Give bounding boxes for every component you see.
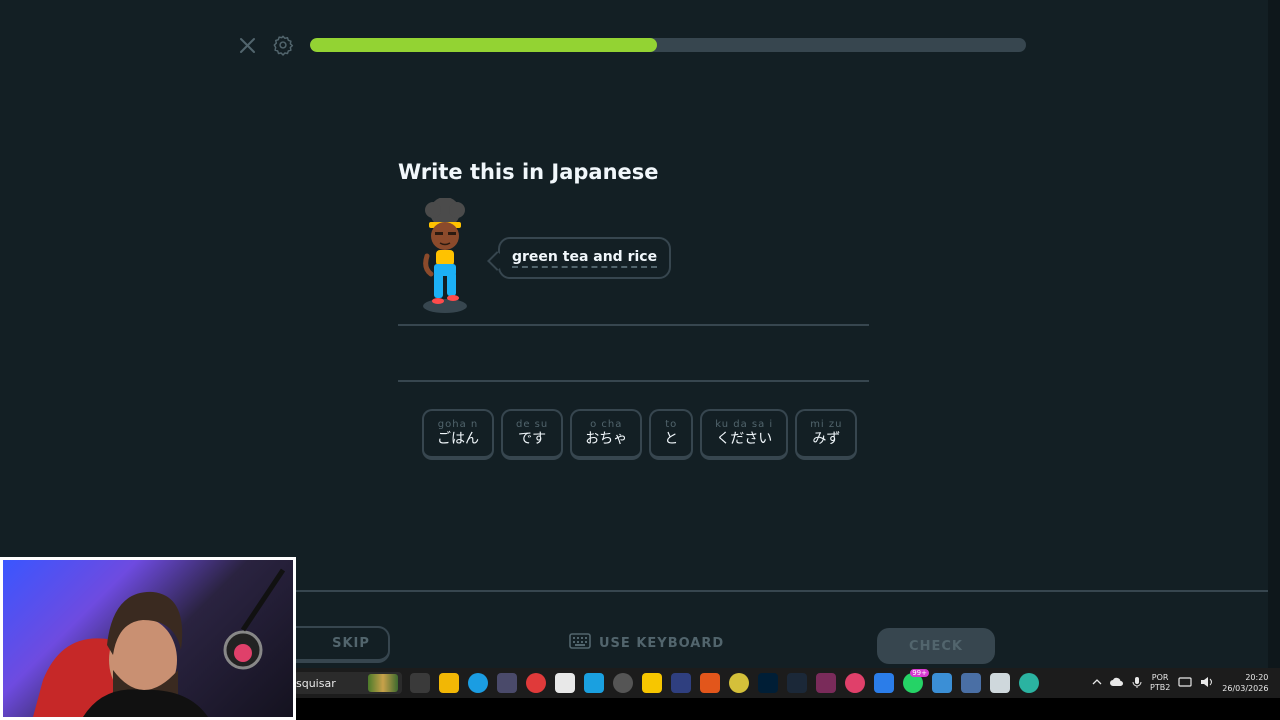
cloud-icon[interactable] <box>1110 677 1124 689</box>
taskbar-search-text: squisar <box>296 676 336 690</box>
tile-romaji: ku da sa i <box>715 419 774 430</box>
word-tile[interactable]: mi zu みず <box>795 409 858 460</box>
network-icon[interactable] <box>1178 676 1192 690</box>
steam-icon[interactable] <box>787 673 807 693</box>
tile-romaji: to <box>665 419 678 430</box>
app-yellow-icon[interactable] <box>642 673 662 693</box>
app-orange-icon[interactable] <box>700 673 720 693</box>
obs-icon[interactable] <box>816 673 836 693</box>
word-tile[interactable]: to と <box>649 409 694 460</box>
taskbar-apps: 99+ <box>410 669 1039 693</box>
app-c-icon[interactable] <box>584 673 604 693</box>
notepad-icon[interactable] <box>555 673 575 693</box>
character-illustration <box>413 197 479 316</box>
store-icon[interactable] <box>497 673 517 693</box>
speech-bubble-tail <box>487 251 507 271</box>
tile-romaji: o cha <box>590 419 623 430</box>
tile-kana: ごはん <box>437 431 479 447</box>
task-view-icon[interactable] <box>410 673 430 693</box>
answer-area-line <box>398 380 869 382</box>
notification-badge: 99+ <box>910 669 929 677</box>
tile-kana: です <box>518 431 547 447</box>
word-tile[interactable]: goha n ごはん <box>422 409 494 460</box>
chevron-up-icon[interactable] <box>1092 678 1102 688</box>
tile-kana: おちゃ <box>585 431 628 447</box>
maps-icon[interactable] <box>845 673 865 693</box>
word-tile[interactable]: de su です <box>501 409 564 460</box>
speech-bubble: green tea and rice <box>487 237 672 279</box>
taskbar-search[interactable]: squisar <box>294 672 402 694</box>
lesson-progress-bar <box>310 38 1026 52</box>
language-indicator[interactable]: POR PTB2 <box>1150 673 1170 693</box>
language-code: POR <box>1151 673 1169 682</box>
prompt-sentence[interactable]: green tea and rice <box>512 249 658 268</box>
edge-browser-icon[interactable] <box>468 673 488 693</box>
app-blue-icon[interactable] <box>671 673 691 693</box>
tile-kana: みず <box>812 431 841 447</box>
keyboard-icon <box>569 633 591 653</box>
lesson-progress-fill <box>310 38 658 52</box>
word-bank: goha n ごはん de su です o cha おちゃ to と ku da… <box>422 409 858 460</box>
tile-romaji: mi zu <box>810 419 843 430</box>
clock[interactable]: 20:20 26/03/2026 <box>1222 672 1268 694</box>
clock-date: 26/03/2026 <box>1222 684 1269 693</box>
app-green-icon[interactable] <box>729 673 749 693</box>
word-tile[interactable]: ku da sa i ください <box>700 409 789 460</box>
word-tile[interactable]: o cha おちゃ <box>570 409 643 460</box>
chrome-icon[interactable] <box>613 673 633 693</box>
app-globe-icon[interactable] <box>1019 673 1039 693</box>
close-icon[interactable] <box>238 34 258 56</box>
search-highlight-image <box>368 674 398 692</box>
tile-romaji: goha n <box>437 419 479 430</box>
lesson-header <box>238 32 1028 58</box>
answer-area-line <box>398 324 869 326</box>
system-tray: POR PTB2 20:20 26/03/2026 <box>1092 672 1268 694</box>
file-explorer-icon[interactable] <box>439 673 459 693</box>
app-window-icon[interactable] <box>990 673 1010 693</box>
whatsapp-icon[interactable]: 99+ <box>903 669 929 693</box>
use-keyboard-button[interactable]: USE KEYBOARD <box>569 633 724 653</box>
keyboard-layout: PTB2 <box>1150 683 1171 692</box>
photos-icon[interactable] <box>932 673 952 693</box>
volume-icon[interactable] <box>1200 676 1214 690</box>
photoshop-icon[interactable] <box>758 673 778 693</box>
media-player-icon[interactable] <box>526 673 546 693</box>
tile-kana: ください <box>716 431 773 447</box>
check-button[interactable]: CHECK <box>877 628 995 664</box>
docs-icon[interactable] <box>874 673 894 693</box>
use-keyboard-label: USE KEYBOARD <box>599 635 725 651</box>
webcam-overlay <box>0 557 296 720</box>
calculator-icon[interactable] <box>961 673 981 693</box>
tile-romaji: de su <box>516 419 549 430</box>
tile-kana: と <box>664 431 679 447</box>
microphone-icon[interactable] <box>1132 676 1142 690</box>
challenge-title: Write this in Japanese <box>398 160 659 184</box>
clock-time: 20:20 <box>1245 673 1269 682</box>
window-edge <box>1268 0 1280 668</box>
gear-icon[interactable] <box>272 34 294 56</box>
